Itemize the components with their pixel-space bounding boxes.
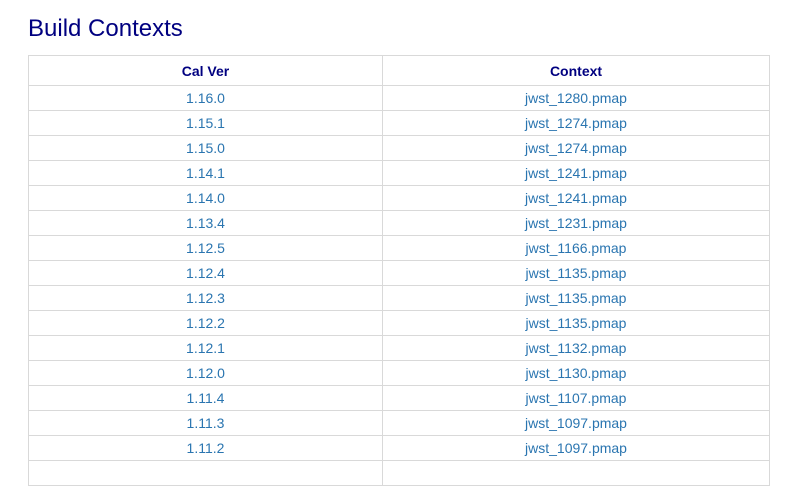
calver-link[interactable]: 1.15.1 (186, 115, 225, 131)
calver-link[interactable]: 1.12.2 (186, 315, 225, 331)
table-row: 1.12.5 jwst_1166.pmap (28, 235, 770, 261)
context-link[interactable]: jwst_1231.pmap (525, 215, 627, 231)
context-link[interactable]: jwst_1097.pmap (525, 415, 627, 431)
calver-link[interactable]: 1.12.5 (186, 240, 225, 256)
calver-cell: 1.12.5 (28, 235, 383, 261)
table-row: 1.12.0 jwst_1130.pmap (28, 360, 770, 386)
calver-link[interactable]: 1.11.2 (187, 440, 225, 456)
context-cell: jwst_1135.pmap (382, 310, 770, 336)
table-row: 1.16.0 jwst_1280.pmap (28, 85, 770, 111)
calver-link[interactable]: 1.12.4 (186, 265, 225, 281)
context-link[interactable]: jwst_1166.pmap (526, 240, 627, 256)
calver-cell: 1.12.4 (28, 260, 383, 286)
build-contexts-table: Cal Ver Context 1.16.0 jwst_1280.pmap 1.15… (28, 55, 770, 486)
calver-cell: 1.12.2 (28, 310, 383, 336)
context-cell: jwst_1241.pmap (382, 160, 770, 186)
table-row: 1.11.2 jwst_1097.pmap (28, 435, 770, 461)
table-row: 1.14.1 jwst_1241.pmap (28, 160, 770, 186)
table-row: 1.11.3 jwst_1097.pmap (28, 410, 770, 436)
context-link[interactable]: jwst_1241.pmap (525, 165, 627, 181)
context-cell: jwst_1135.pmap (382, 260, 770, 286)
calver-link[interactable]: 1.12.0 (186, 365, 225, 381)
context-cell: jwst_1274.pmap (382, 110, 770, 136)
page-title: Build Contexts (28, 15, 183, 42)
calver-cell: 1.15.1 (28, 110, 383, 136)
calver-link[interactable]: 1.13.4 (186, 215, 225, 231)
table-body: 1.16.0 jwst_1280.pmap 1.15.1 jwst_1274.pmap… (28, 85, 770, 486)
table-row: 1.12.1 jwst_1132.pmap (28, 335, 770, 361)
calver-link[interactable]: 1.11.4 (187, 390, 225, 406)
calver-link[interactable]: 1.14.0 (186, 190, 225, 206)
table-row: 1.12.2 jwst_1135.pmap (28, 310, 770, 336)
calver-link[interactable]: 1.12.1 (186, 340, 225, 356)
context-cell: jwst_1097.pmap (382, 435, 770, 461)
column-header-context: Context (382, 55, 770, 86)
context-link[interactable]: jwst_1280.pmap (525, 90, 627, 106)
calver-cell: 1.11.2 (28, 435, 383, 461)
calver-cell: 1.14.0 (28, 185, 383, 211)
table-row: 1.12.4 jwst_1135.pmap (28, 260, 770, 286)
table-row (28, 460, 770, 486)
table-row: 1.13.4 jwst_1231.pmap (28, 210, 770, 236)
calver-link[interactable]: 1.12.3 (186, 290, 225, 306)
context-cell: jwst_1274.pmap (382, 135, 770, 161)
calver-cell: 1.12.3 (28, 285, 383, 311)
calver-link[interactable]: 1.15.0 (186, 140, 225, 156)
calver-link[interactable]: 1.14.1 (186, 165, 225, 181)
calver-cell: 1.12.1 (28, 335, 383, 361)
context-link[interactable]: jwst_1132.pmap (526, 340, 627, 356)
calver-cell: 1.12.0 (28, 360, 383, 386)
context-link[interactable]: jwst_1097.pmap (525, 440, 627, 456)
calver-cell: 1.14.1 (28, 160, 383, 186)
context-cell: jwst_1280.pmap (382, 85, 770, 111)
context-link[interactable]: jwst_1135.pmap (526, 290, 627, 306)
context-cell: jwst_1231.pmap (382, 210, 770, 236)
context-link[interactable]: jwst_1274.pmap (525, 115, 627, 131)
calver-cell (28, 460, 383, 486)
table-row: 1.14.0 jwst_1241.pmap (28, 185, 770, 211)
calver-link[interactable]: 1.11.3 (187, 415, 225, 431)
calver-cell: 1.15.0 (28, 135, 383, 161)
table-row: 1.15.1 jwst_1274.pmap (28, 110, 770, 136)
context-cell: jwst_1241.pmap (382, 185, 770, 211)
calver-cell: 1.13.4 (28, 210, 383, 236)
context-link[interactable]: jwst_1107.pmap (526, 390, 627, 406)
context-cell: jwst_1166.pmap (382, 235, 770, 261)
table-row: 1.12.3 jwst_1135.pmap (28, 285, 770, 311)
context-cell: jwst_1130.pmap (382, 360, 770, 386)
context-cell: jwst_1135.pmap (382, 285, 770, 311)
calver-cell: 1.11.4 (28, 385, 383, 411)
context-cell: jwst_1132.pmap (382, 335, 770, 361)
table-row: 1.15.0 jwst_1274.pmap (28, 135, 770, 161)
column-header-cal-ver: Cal Ver (28, 55, 383, 86)
context-cell: jwst_1107.pmap (382, 385, 770, 411)
context-link[interactable]: jwst_1135.pmap (526, 265, 627, 281)
table-header-row: Cal Ver Context (28, 55, 770, 86)
context-link[interactable]: jwst_1274.pmap (525, 140, 627, 156)
context-link[interactable]: jwst_1130.pmap (526, 365, 627, 381)
calver-cell: 1.16.0 (28, 85, 383, 111)
context-link[interactable]: jwst_1135.pmap (526, 315, 627, 331)
context-cell (382, 460, 770, 486)
context-link[interactable]: jwst_1241.pmap (525, 190, 627, 206)
calver-link[interactable]: 1.16.0 (186, 90, 225, 106)
context-cell: jwst_1097.pmap (382, 410, 770, 436)
calver-cell: 1.11.3 (28, 410, 383, 436)
table-row: 1.11.4 jwst_1107.pmap (28, 385, 770, 411)
